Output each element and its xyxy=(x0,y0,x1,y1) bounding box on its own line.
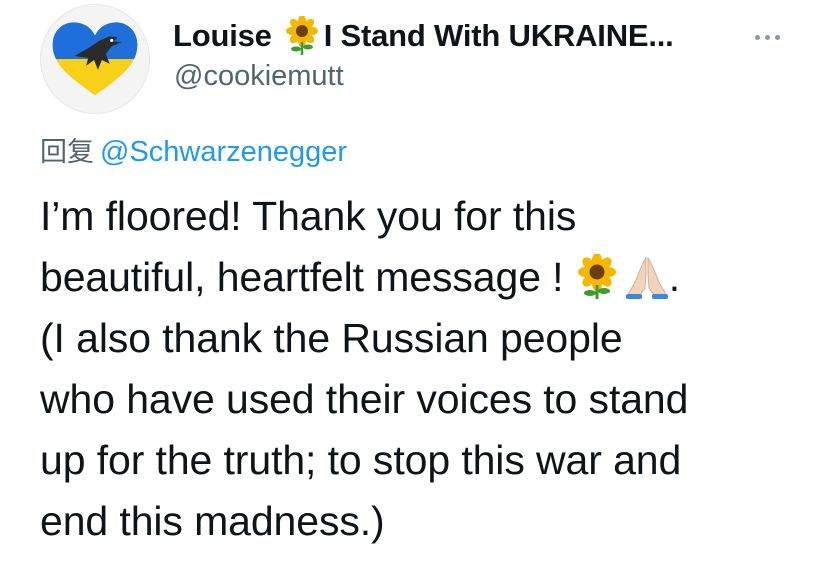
more-dot-icon xyxy=(774,34,780,40)
reply-mention-link[interactable]: @Schwarzenegger xyxy=(100,136,347,168)
tweet-line: (I also thank the Russian people xyxy=(40,315,623,361)
tweet-line: up for the truth; to stop this war and xyxy=(40,437,682,483)
reply-prefix: 回复 xyxy=(40,137,94,168)
tweet-card: Louise I Stand With UKRAINE... @cookiemu… xyxy=(0,0,828,583)
author-name-row[interactable]: Louise I Stand With UKRAINE... xyxy=(173,14,674,58)
tweet-text: I’m floored! Thank you for this beautifu… xyxy=(40,186,810,552)
ukraine-heart-bird-icon xyxy=(41,5,149,113)
tweet-line: beautiful, heartfelt message ! . xyxy=(40,247,810,308)
author-handle[interactable]: @cookiemutt xyxy=(174,60,344,93)
more-dot-icon xyxy=(764,34,770,40)
tweet-line: I’m floored! Thank you for this xyxy=(40,193,577,239)
more-options-button[interactable] xyxy=(748,22,786,52)
author-display-name: Louise xyxy=(173,18,272,53)
avatar[interactable] xyxy=(40,4,150,114)
tweet-line: end this madness.) xyxy=(40,498,385,544)
sunflower-icon xyxy=(577,254,616,299)
more-dot-icon xyxy=(754,34,760,40)
tweet-line: who have used their voices to stand xyxy=(40,376,689,422)
tweet-line-end: . xyxy=(668,254,681,300)
author-name-tail: I Stand With UKRAINE... xyxy=(323,18,674,53)
tweet-line-text: beautiful, heartfelt message ! xyxy=(40,254,564,300)
folded-hands-icon xyxy=(625,256,668,299)
sunflower-icon xyxy=(285,16,318,55)
reply-context: 回复 @Schwarzenegger xyxy=(40,130,347,169)
